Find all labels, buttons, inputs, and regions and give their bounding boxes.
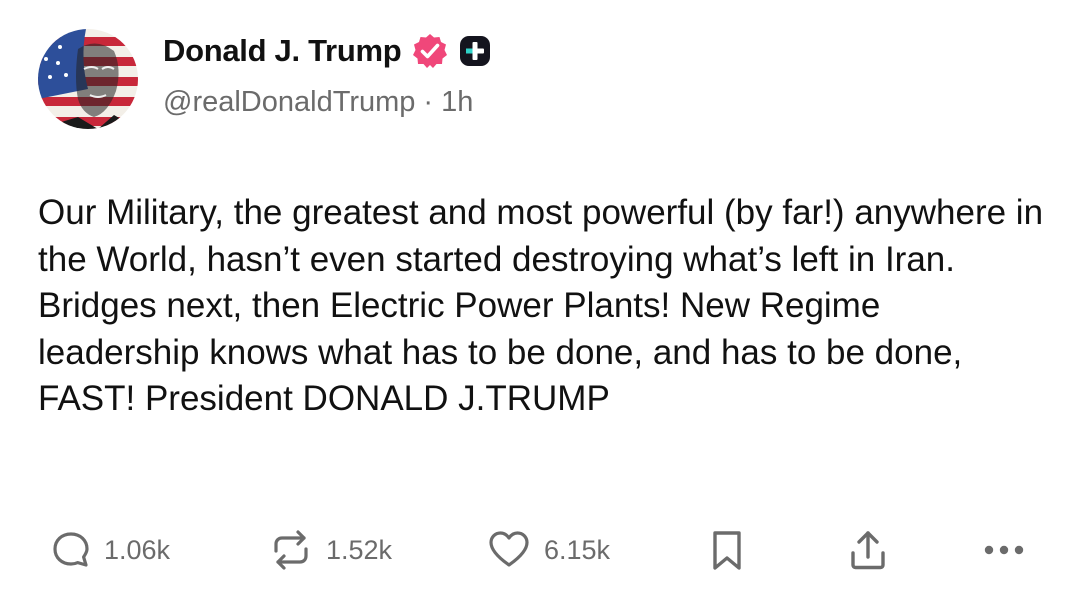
post-card: Donald J. Trump @realDonaldTrump · 1h Our … bbox=[0, 0, 1080, 609]
bookmark-button[interactable] bbox=[707, 526, 747, 574]
plus-badge-icon bbox=[459, 35, 491, 67]
post-body: Our Military, the greatest and most powe… bbox=[38, 193, 1053, 418]
share-button[interactable] bbox=[846, 526, 890, 574]
heart-icon bbox=[486, 527, 532, 573]
author-meta: @realDonaldTrump · 1h bbox=[163, 86, 473, 119]
reply-count: 1.06k bbox=[104, 534, 171, 565]
bookmark-icon bbox=[707, 527, 747, 573]
author-handle[interactable]: @realDonaldTrump bbox=[163, 86, 415, 118]
verified-badge-icon bbox=[411, 32, 449, 70]
author-name-row: Donald J. Trump bbox=[163, 28, 491, 74]
repost-count: 1.52k bbox=[326, 534, 393, 565]
reply-icon bbox=[50, 529, 92, 571]
like-count: 6.15k bbox=[544, 534, 611, 565]
more-icon bbox=[980, 527, 1028, 573]
like-button[interactable]: 6.15k bbox=[486, 526, 610, 574]
post-timestamp[interactable]: 1h bbox=[441, 86, 473, 118]
more-options-button[interactable] bbox=[980, 526, 1028, 574]
share-icon bbox=[846, 527, 890, 573]
author-display-name[interactable]: Donald J. Trump bbox=[163, 33, 402, 69]
avatar[interactable] bbox=[38, 29, 138, 129]
meta-separator: · bbox=[423, 86, 434, 118]
repost-icon bbox=[268, 527, 314, 573]
reply-button[interactable]: 1.06k bbox=[50, 526, 170, 574]
repost-button[interactable]: 1.52k bbox=[268, 526, 392, 574]
post-actions: 1.06k 1.52k 6.15k bbox=[0, 520, 1080, 580]
